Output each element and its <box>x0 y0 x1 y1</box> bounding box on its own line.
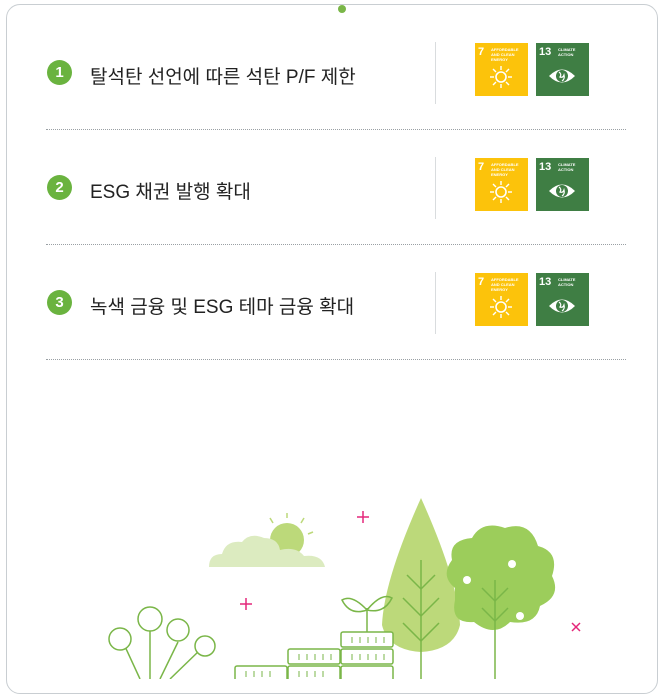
divider <box>435 157 436 219</box>
sdg-number: 13 <box>539 46 552 58</box>
sdg-title: Affordable and Clean Energy <box>491 277 519 292</box>
sdg-title: Climate Action <box>558 277 576 287</box>
sdg-7-badge: 7 Affordable and Clean Energy <box>475 273 528 326</box>
cloud-sun-icon <box>209 513 325 567</box>
list-item: 2 ESG 채권 발행 확대 7 Affordable and Clean En… <box>46 153 626 225</box>
item-number-badge: 2 <box>47 175 72 200</box>
divider <box>435 42 436 104</box>
eye-globe-icon <box>549 184 575 198</box>
sdg-title: Affordable and Clean Energy <box>491 162 519 177</box>
item-label: ESG 채권 발행 확대 <box>90 182 251 203</box>
nature-illustration <box>108 498 581 679</box>
sdg-number: 7 <box>478 276 485 288</box>
sdg-number: 7 <box>478 46 485 58</box>
sun-icon <box>490 66 512 88</box>
sdg-title: Climate Action <box>558 162 576 172</box>
sdg-7-badge: 7 Affordable and Clean Energy <box>475 158 528 211</box>
dotted-divider <box>46 244 626 245</box>
item-label: 녹색 금융 및 ESG 테마 금융 확대 <box>90 297 355 318</box>
eye-globe-icon <box>549 69 575 83</box>
sun-icon <box>490 181 512 203</box>
sdg-number: 7 <box>478 161 485 173</box>
sdg-title: Climate Action <box>558 47 576 57</box>
dotted-divider <box>46 129 626 130</box>
list-item: 1 탈석탄 선언에 따른 석탄 P/F 제한 7 Affordable and … <box>46 38 626 110</box>
sdg-13-badge: 13 Climate Action <box>536 158 589 211</box>
list-item: 3 녹색 금융 및 ESG 테마 금융 확대 7 Affordable and … <box>46 268 626 340</box>
divider <box>435 272 436 334</box>
sun-icon <box>490 296 512 318</box>
sdg-number: 13 <box>539 161 552 173</box>
sdg-7-badge: 7 Affordable and Clean Energy <box>475 43 528 96</box>
sdg-title: Affordable and Clean Energy <box>491 47 519 62</box>
sdg-13-badge: 13 Climate Action <box>536 273 589 326</box>
item-number-badge: 1 <box>47 60 72 85</box>
top-connector-dot <box>338 5 346 13</box>
dotted-divider <box>46 359 626 360</box>
eye-globe-icon <box>549 299 575 313</box>
item-label: 탈석탄 선언에 따른 석탄 P/F 제한 <box>90 67 356 88</box>
item-number-badge: 3 <box>47 290 72 315</box>
sdg-number: 13 <box>539 276 552 288</box>
cross-mark <box>571 622 581 632</box>
sdg-13-badge: 13 Climate Action <box>536 43 589 96</box>
